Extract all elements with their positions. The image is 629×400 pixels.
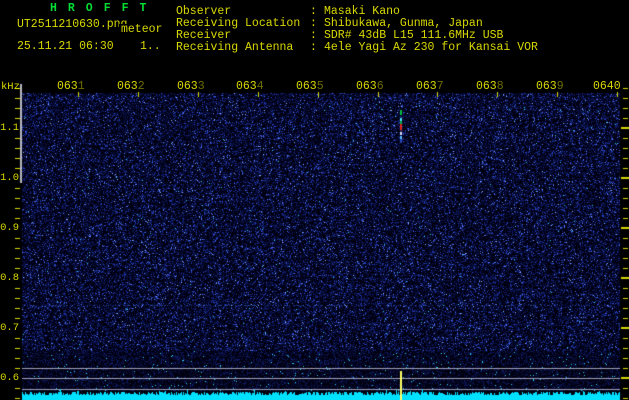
y-tick-label: 0.6 (0, 372, 19, 384)
filename-label: UT2511210630.png (17, 18, 128, 31)
y-tick-label: 1.1 (0, 122, 19, 134)
x-tick-label: 0633 (177, 80, 205, 93)
y-tick-label: 1.0 (0, 172, 19, 184)
hrofft-screen: HROFFT UT2511210630.png meteor 25.11.21 … (0, 0, 629, 400)
x-tick-label: 0636 (356, 80, 384, 93)
datetime-suffix: 1.. (140, 40, 161, 53)
app-title: HROFFT (50, 2, 158, 15)
x-tick-label: 0635 (296, 80, 324, 93)
spectrogram-canvas (0, 0, 629, 400)
x-tick-label: 0639 (536, 80, 564, 93)
x-tick-label: 0634 (236, 80, 264, 93)
x-tick-label: 0637 (416, 80, 444, 93)
field-label-antenna: Receiving Antenna (176, 41, 294, 54)
y-tick-label: 0.9 (0, 222, 19, 234)
field-value-antenna: 4ele Yagi Az 230 for Kansai VOR (324, 41, 538, 54)
y-axis-unit: kHz (1, 81, 20, 93)
meteor-mode-label: meteor (119, 23, 163, 36)
datetime-label: 25.11.21 06:30 (17, 40, 114, 53)
y-tick-label: 0.8 (0, 272, 19, 284)
x-tick-label: 0638 (476, 80, 504, 93)
field-separator: : (310, 41, 317, 54)
x-tick-label: 0640 (593, 80, 621, 93)
y-tick-label: 0.7 (0, 322, 19, 334)
x-tick-label: 0631 (57, 80, 85, 93)
x-tick-label: 0632 (117, 80, 145, 93)
